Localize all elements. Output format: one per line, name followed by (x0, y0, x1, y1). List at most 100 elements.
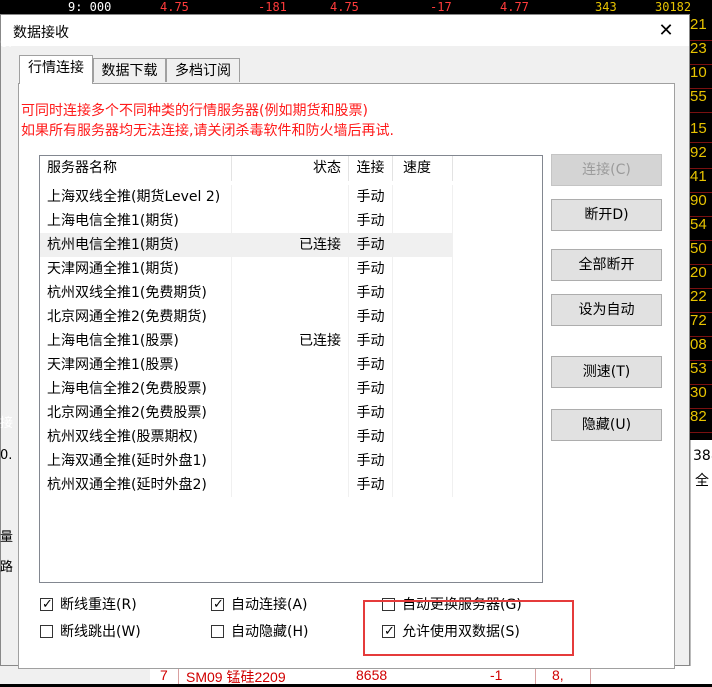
column-header-speed[interactable]: 速度 (393, 156, 453, 181)
server-row-selected[interactable]: 杭州电信全推1(期货) 已连接 手动 (40, 233, 453, 257)
server-speed (393, 257, 453, 281)
server-name: 杭州双线全推(股票期权) (40, 425, 232, 449)
server-name: 天津网通全推1(股票) (40, 353, 232, 377)
server-mode: 手动 (349, 473, 393, 497)
bg-number: 21 (690, 16, 712, 41)
server-row[interactable]: 上海电信全推2(免费股票) 手动 (40, 377, 453, 401)
server-name: 上海电信全推2(免费股票) (40, 377, 232, 401)
checkbox-box[interactable]: ✓ (211, 597, 224, 612)
server-speed (393, 305, 453, 329)
server-row[interactable]: 北京网通全推2(免费期货) 手动 (40, 305, 453, 329)
bg-number: 41 (690, 168, 712, 193)
bg-quote-cell: -181 (258, 0, 287, 14)
server-mode: 手动 (349, 185, 393, 209)
server-status (232, 185, 349, 209)
bg-quote-cell: 4.77 (500, 0, 529, 14)
tab-data-download[interactable]: 数据下载 (93, 58, 166, 82)
bg-number: 53 (690, 360, 712, 385)
column-header-name[interactable]: 服务器名称 (40, 156, 232, 181)
server-row[interactable]: 杭州双通全推(延时外盘2) 手动 (40, 473, 453, 497)
server-row[interactable]: 天津网通全推1(股票) 手动 (40, 353, 453, 377)
bg-quote-cell: 4.75 (160, 0, 189, 14)
server-mode: 手动 (349, 449, 393, 473)
checkbox-label: 自动连接(A) (231, 597, 308, 613)
checkbox-box[interactable]: ✓ (40, 597, 53, 612)
server-row[interactable]: 上海双线全推(期货Level 2) 手动 (40, 185, 453, 209)
highlight-annotation (363, 600, 574, 656)
server-mode: 手动 (349, 281, 393, 305)
speed-test-button[interactable]: 测速(T) (551, 356, 662, 388)
server-name: 杭州电信全推1(期货) (40, 233, 232, 257)
server-name: 上海双线全推(期货Level 2) (40, 185, 232, 209)
tab-multi-level-subscribe[interactable]: 多档订阅 (166, 58, 240, 82)
bg-number: 90 (690, 192, 712, 217)
server-mode: 手动 (349, 425, 393, 449)
bg-number: 30 (690, 384, 712, 409)
server-speed (393, 185, 453, 209)
bg-row-price: 8658 (356, 667, 388, 683)
server-mode: 手动 (349, 353, 393, 377)
hide-button[interactable]: 隐藏(U) (551, 409, 662, 441)
server-mode: 手动 (349, 305, 393, 329)
server-status (232, 281, 349, 305)
server-list[interactable]: 服务器名称 状态 连接 速度 上海双线全推(期货Level 2) 手动 上海电信… (39, 155, 543, 583)
server-status (232, 401, 349, 425)
server-row[interactable]: 上海电信全推1(期货) 手动 (40, 209, 453, 233)
bg-quote-cell: 4.75 (330, 0, 359, 14)
bg-number: 92 (690, 144, 712, 169)
bg-number: 10 (690, 64, 712, 89)
notice-line: 可同时连接多个不同种类的行情服务器(例如期货和股票) (21, 103, 368, 119)
server-speed (393, 329, 453, 353)
server-row[interactable]: 上海电信全推1(股票) 已连接 手动 (40, 329, 453, 353)
server-name: 北京网通全推2(免费股票) (40, 401, 232, 425)
checkbox-box[interactable] (211, 625, 224, 638)
bg-number: 08 (690, 336, 712, 361)
checkbox-box[interactable] (40, 625, 53, 638)
server-name: 北京网通全推2(免费期货) (40, 305, 232, 329)
bg-number: 55 (690, 88, 712, 113)
server-mode: 手动 (349, 377, 393, 401)
bg-quote-cell: 9: 000 (68, 0, 112, 14)
server-mode: 手动 (349, 209, 393, 233)
set-auto-button[interactable]: 设为自动 (551, 294, 662, 326)
server-name: 上海电信全推1(股票) (40, 329, 232, 353)
bg-row-index: 7 (160, 667, 168, 683)
server-speed (393, 233, 453, 257)
server-mode: 手动 (349, 257, 393, 281)
server-status (232, 449, 349, 473)
server-speed (393, 473, 453, 497)
dialog-titlebar[interactable]: 数据接收 ✕ (1, 15, 689, 46)
close-icon[interactable]: ✕ (643, 15, 689, 46)
checkbox-label: 自动隐藏(H) (231, 624, 309, 640)
checkbox-label: 断线重连(R) (60, 597, 137, 613)
server-speed (393, 209, 453, 233)
server-row[interactable]: 天津网通全推1(期货) 手动 (40, 257, 453, 281)
bg-row-value: 8, (552, 667, 564, 683)
tab-market-connection[interactable]: 行情连接 (19, 55, 93, 84)
bg-fragment: 路 (0, 560, 14, 575)
disconnect-all-button[interactable]: 全部断开 (551, 249, 662, 281)
dialog-title: 数据接收 (13, 25, 69, 41)
server-status: 已连接 (232, 329, 349, 353)
server-speed (393, 401, 453, 425)
connect-button[interactable]: 连接(C) (551, 154, 662, 186)
bg-number: 23 (690, 40, 712, 65)
disconnect-button[interactable]: 断开D) (551, 199, 662, 231)
bg-quote-cell: 343 (595, 0, 617, 14)
column-header-mode[interactable]: 连接 (349, 156, 393, 181)
server-row[interactable]: 杭州双线全推(股票期权) 手动 (40, 425, 453, 449)
bg-number: 20 (690, 264, 712, 289)
server-row[interactable]: 上海双通全推(延时外盘1) 手动 (40, 449, 453, 473)
server-status (232, 473, 349, 497)
server-status: 已连接 (232, 233, 349, 257)
server-row[interactable]: 杭州双线全推1(免费期货) 手动 (40, 281, 453, 305)
server-mode: 手动 (349, 401, 393, 425)
server-name: 天津网通全推1(期货) (40, 257, 232, 281)
server-name: 上海双通全推(延时外盘1) (40, 449, 232, 473)
bg-number: 15 (690, 120, 712, 143)
bg-row-change: -1 (490, 667, 503, 683)
server-name: 上海电信全推1(期货) (40, 209, 232, 233)
column-header-status[interactable]: 状态 (232, 156, 349, 181)
server-row[interactable]: 北京网通全推2(免费股票) 手动 (40, 401, 453, 425)
server-status (232, 305, 349, 329)
